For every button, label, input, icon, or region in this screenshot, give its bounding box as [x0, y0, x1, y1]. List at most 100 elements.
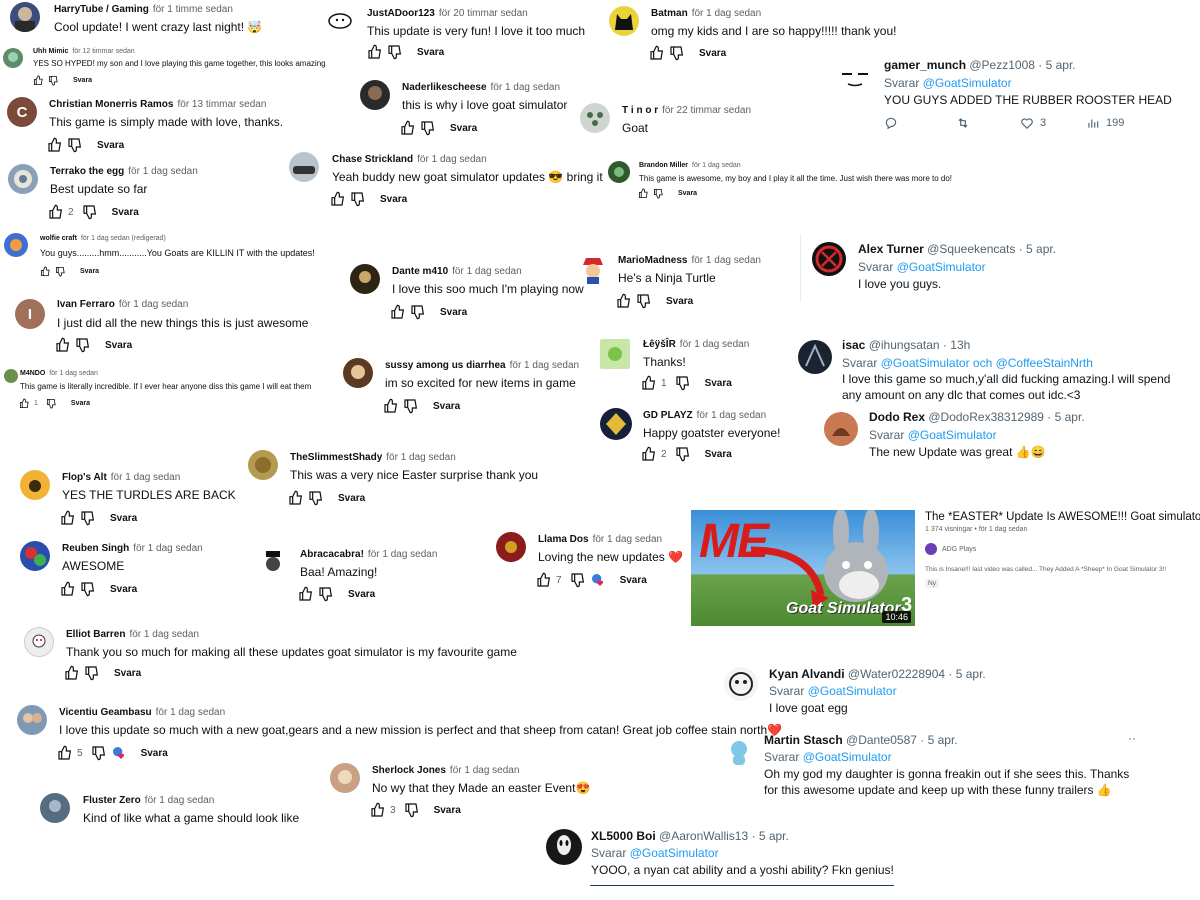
reply-mention[interactable]: @GoatSimulator [803, 750, 892, 764]
avatar[interactable] [258, 547, 288, 577]
comment-author[interactable]: Ivan Ferraro [57, 299, 115, 310]
comment-author[interactable]: ŁêÿšÎR [643, 339, 676, 350]
comment-time[interactable]: för 1 dag sedan [491, 82, 561, 93]
comment-time[interactable]: för 1 dag sedan [692, 162, 741, 169]
dislike-icon[interactable] [46, 398, 57, 409]
dislike-icon[interactable] [75, 337, 91, 353]
like-icon[interactable] [288, 490, 304, 506]
reply-mention[interactable]: @GoatSimulator [630, 846, 719, 860]
comment-author[interactable]: Uhh Mimic [33, 48, 68, 55]
comment-time[interactable]: för 1 dag sedan [368, 549, 438, 560]
comment-author[interactable]: Naderlikescheese [402, 82, 487, 93]
video-card[interactable]: ME Goat Simulator 3 10:46 The *EASTER* U… [691, 509, 1200, 627]
like-icon[interactable] [298, 586, 314, 602]
dislike-icon[interactable] [84, 665, 100, 681]
comment-author[interactable]: GD PLAYZ [643, 410, 693, 421]
dislike-icon[interactable] [410, 304, 426, 320]
comment-time[interactable]: för 1 dag sedan (redigerad) [81, 235, 166, 242]
retweet-icon[interactable] [956, 116, 970, 130]
reply-button[interactable]: Svara [699, 48, 726, 59]
reply-button[interactable]: Svara [141, 748, 168, 759]
avatar[interactable] [812, 242, 846, 276]
avatar[interactable] [40, 793, 70, 823]
comment-time[interactable]: för 1 dag sedan [128, 166, 198, 177]
reply-button[interactable]: Svara [112, 207, 139, 218]
video-title[interactable]: The *EASTER* Update Is AWESOME!!! Goat s… [925, 511, 1200, 523]
tweet-handle[interactable]: @AaronWallis13 · 5 apr. [659, 829, 789, 843]
comment-author[interactable]: Llama Dos [538, 534, 589, 545]
tweet-handle[interactable]: @DodoRex38312989 · 5 apr. [928, 410, 1084, 424]
avatar[interactable] [4, 233, 28, 257]
channel-name[interactable]: ADG Plays [942, 546, 976, 553]
comment-time[interactable]: för 1 dag sedan [156, 707, 226, 718]
comment-author[interactable]: TheSlimmestShady [290, 452, 382, 463]
like-icon[interactable] [55, 337, 71, 353]
avatar[interactable] [722, 735, 756, 769]
dislike-icon[interactable] [82, 204, 98, 220]
like-icon[interactable] [48, 204, 64, 220]
avatar[interactable] [350, 264, 380, 294]
like-icon[interactable] [330, 191, 346, 207]
reply-button[interactable]: Svara [73, 77, 92, 84]
reply-mention[interactable]: @GoatSimulator [808, 684, 897, 698]
comment-author[interactable]: wolfie craft [40, 235, 77, 242]
reply-button[interactable]: Svara [348, 589, 375, 600]
avatar[interactable] [327, 8, 353, 34]
tweet-author[interactable]: Martin Stasch [764, 733, 843, 747]
avatar[interactable] [496, 532, 526, 562]
dislike-icon[interactable] [80, 510, 96, 526]
dislike-icon[interactable] [350, 191, 366, 207]
avatar[interactable] [824, 412, 858, 446]
comment-author[interactable]: Sherlock Jones [372, 765, 446, 776]
comment-time[interactable]: för 1 dag sedan [697, 410, 767, 421]
like-icon[interactable] [60, 581, 76, 597]
reply-mention[interactable]: @GoatSimulator [897, 260, 986, 274]
like-icon[interactable] [536, 572, 552, 588]
tweet-handle[interactable]: @ihungsatan · 13h [869, 338, 971, 352]
comment-time[interactable]: för 22 timmar sedan [662, 105, 751, 116]
avatar[interactable] [360, 80, 390, 110]
like-icon[interactable] [367, 44, 383, 60]
comment-time[interactable]: för 1 dag sedan [452, 266, 522, 277]
comment-time[interactable]: för 1 dag sedan [692, 8, 762, 19]
reply-button[interactable]: Svara [666, 296, 693, 307]
comment-time[interactable]: för 1 dag sedan [111, 472, 181, 483]
dislike-icon[interactable] [308, 490, 324, 506]
tweet-author[interactable]: Alex Turner [858, 242, 924, 256]
avatar[interactable] [724, 667, 758, 701]
dislike-icon[interactable] [80, 581, 96, 597]
reply-button[interactable]: Svara [97, 140, 124, 151]
comment-author[interactable]: Reuben Singh [62, 543, 129, 554]
comment-time[interactable]: för 20 timmar sedan [439, 8, 528, 19]
reply-button[interactable]: Svara [705, 449, 732, 460]
dislike-icon[interactable] [318, 586, 334, 602]
reply-button[interactable]: Svara [705, 378, 732, 389]
dislike-icon[interactable] [675, 375, 691, 391]
reply-button[interactable]: Svara [110, 584, 137, 595]
reply-icon[interactable] [884, 116, 898, 130]
comment-time[interactable]: för 1 dag sedan [133, 543, 203, 554]
like-icon[interactable] [60, 510, 76, 526]
like-icon[interactable] [400, 120, 416, 136]
comment-time[interactable]: för 1 dag sedan [680, 339, 750, 350]
avatar[interactable] [3, 48, 23, 68]
tweet-author[interactable]: XL5000 Boi [591, 829, 656, 843]
avatar[interactable] [546, 829, 582, 865]
comment-time[interactable]: för 1 dag sedan [593, 534, 663, 545]
channel-avatar[interactable] [925, 543, 937, 555]
avatar[interactable] [600, 408, 632, 440]
comment-author[interactable]: Chase Strickland [332, 154, 413, 165]
comment-author[interactable]: Terrako the egg [50, 166, 124, 177]
comment-time[interactable]: för 1 dag sedan [119, 299, 189, 310]
comment-author[interactable]: Brandon Miller [639, 162, 688, 169]
reply-button[interactable]: Svara [338, 493, 365, 504]
avatar[interactable] [577, 253, 609, 285]
comment-time[interactable]: för 1 dag sedan [129, 629, 199, 640]
avatar[interactable]: C [7, 97, 37, 127]
comment-author[interactable]: M4NDO [20, 370, 45, 377]
dislike-icon[interactable] [653, 188, 664, 199]
like-icon[interactable] [64, 665, 80, 681]
like-icon[interactable] [19, 398, 30, 409]
views-icon[interactable] [1086, 116, 1100, 130]
dislike-icon[interactable] [675, 446, 691, 462]
